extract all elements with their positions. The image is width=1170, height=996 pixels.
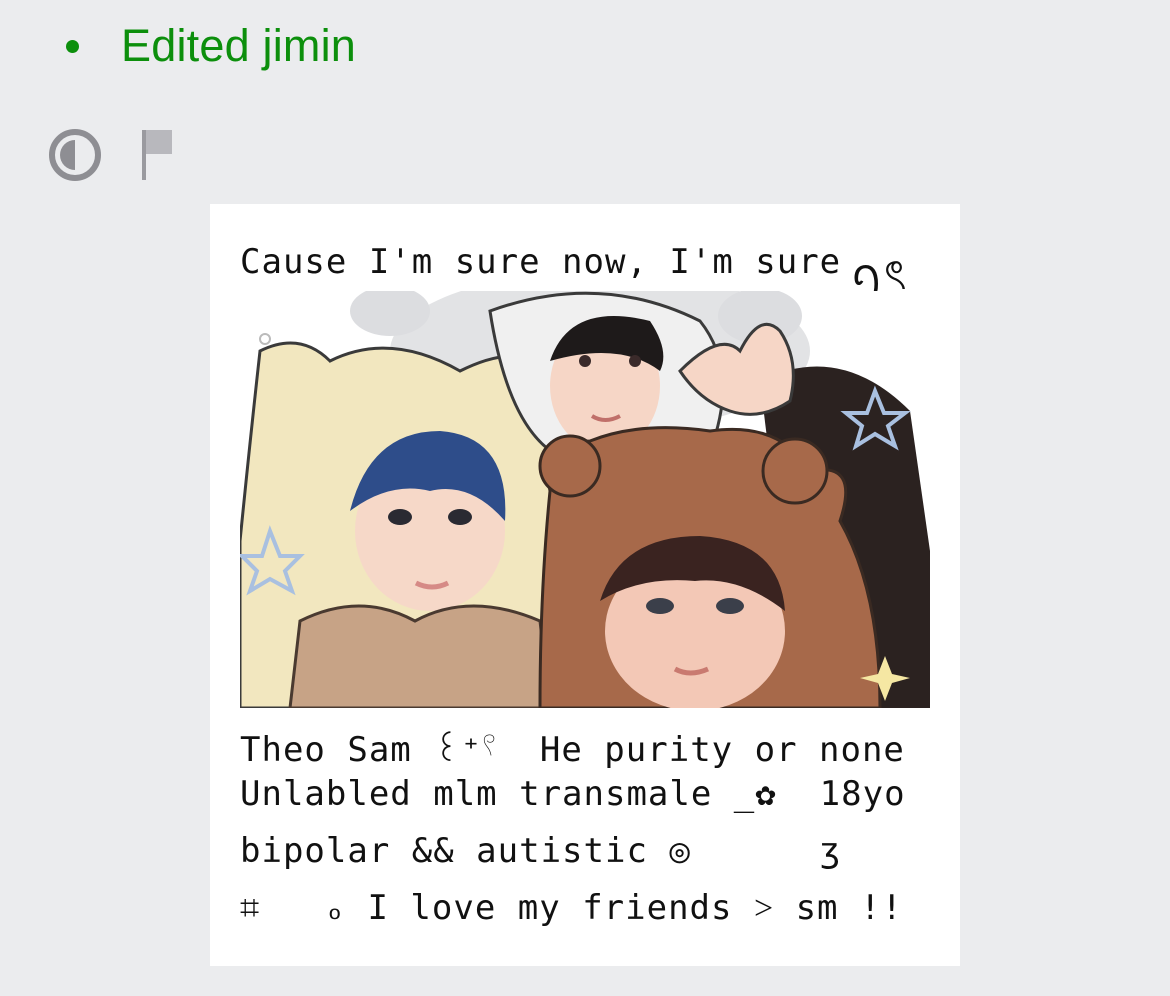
flag-icon[interactable] xyxy=(138,128,178,182)
status-label: Edited jimin xyxy=(121,20,357,71)
card-header-text: Cause I'm sure now, I'm sure xyxy=(240,242,842,282)
bio-line-2: Unlabled mlm transmale _✿ 18yo xyxy=(240,774,906,814)
status-bullet-icon xyxy=(66,39,79,53)
post-illustration xyxy=(240,291,930,708)
edit-status: Edited jimin xyxy=(66,14,356,78)
bio-line-1: Theo Sam ꒰⁺𓍢 He purity or none xyxy=(240,730,905,770)
post-card: Cause I'm sure now, I'm sure ꪆৎ Theo Sam… xyxy=(210,204,960,966)
bio-line-3: bipolar && autistic ◎ ʒ xyxy=(240,831,842,871)
contrast-icon[interactable] xyxy=(48,128,102,182)
bio-line-4: ⌗ ₒ I love my friends ˃ sm !! xyxy=(240,888,903,928)
action-bar xyxy=(48,128,178,182)
